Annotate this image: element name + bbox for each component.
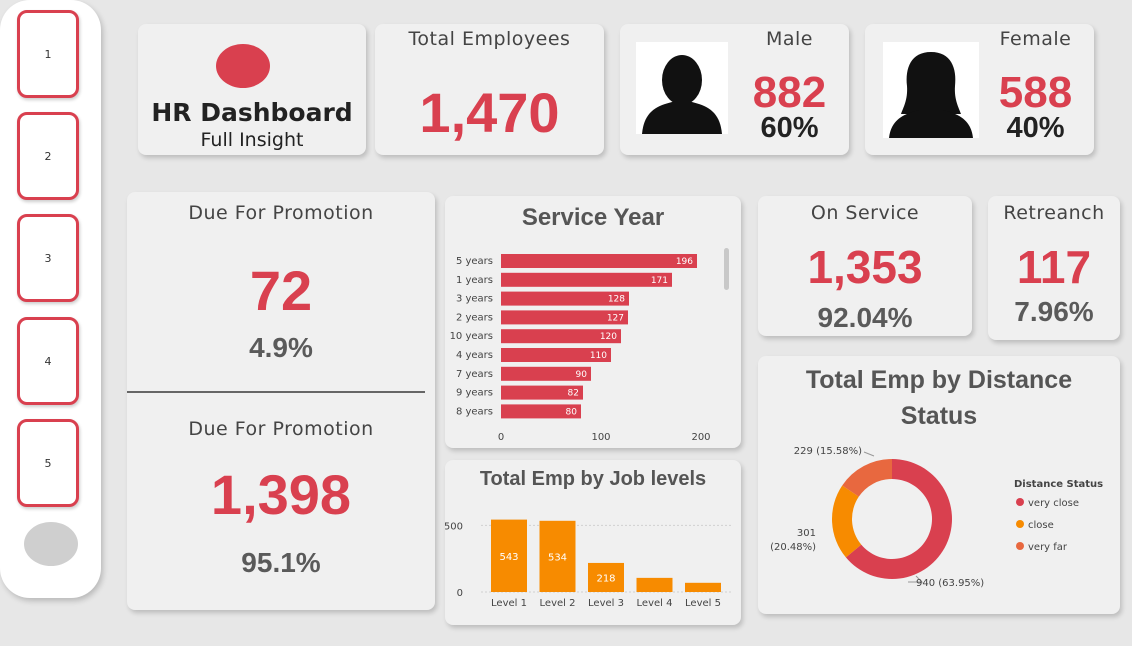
service-year-category-label: 1 years [456, 275, 493, 286]
service-year-category-label: 10 years [450, 331, 493, 342]
total-employees-value: 1,470 [419, 81, 560, 144]
total-employees-label: Total Employees [408, 28, 571, 50]
page-subtitle: Full Insight [200, 129, 304, 151]
service-year-category-label: 7 years [456, 369, 493, 380]
service-year-scrollbar[interactable] [724, 248, 729, 290]
job-levels-category-label: Level 5 [685, 598, 721, 609]
distance-data-label: 940 (63.95%) [916, 578, 984, 589]
on-service-percent: 92.04% [817, 302, 913, 333]
nav-page-5-button[interactable]: 5 [17, 419, 79, 507]
male-card: Male 882 60% [620, 24, 849, 155]
nav-page-1-button[interactable]: 1 [17, 10, 79, 98]
retreanch-card: Retreanch 117 7.96% [988, 196, 1120, 340]
distance-card: Total Emp by Distance Status 940 (63.95%… [758, 356, 1120, 614]
job-levels-bar [636, 577, 673, 592]
service-year-value-label: 127 [607, 313, 624, 323]
service-year-category-label: 2 years [456, 312, 493, 323]
job-levels-y-tick: 500 [445, 521, 463, 532]
distance-legend-title: Distance Status [1014, 479, 1103, 490]
nav-page-4-button[interactable]: 4 [17, 317, 79, 405]
job-levels-category-label: Level 3 [588, 598, 624, 609]
job-levels-value-label: 543 [499, 552, 518, 563]
job-levels-y-tick: 0 [457, 588, 463, 599]
total-employees-card: Total Employees 1,470 [375, 24, 604, 155]
promotion-not-value: 1,398 [210, 463, 352, 526]
distance-legend-marker [1016, 542, 1024, 550]
service-year-value-label: 80 [566, 407, 578, 417]
female-avatar-icon [883, 42, 979, 138]
service-year-x-tick: 200 [691, 432, 710, 443]
distance-legend-marker [1016, 520, 1024, 528]
service-year-bar [501, 272, 672, 287]
service-year-category-label: 9 years [456, 388, 493, 399]
female-label: Female [999, 28, 1072, 50]
promotion-card: Due For Promotion 72 4.9% Due For Promot… [127, 192, 435, 610]
service-year-value-label: 110 [590, 351, 607, 361]
page-title: HR Dashboard [151, 98, 353, 127]
female-value: 588 [998, 68, 1073, 117]
job-levels-card: Total Emp by Job levels 0 500 543 Level 1 53… [445, 460, 741, 625]
service-year-category-label: 5 years [456, 256, 493, 267]
title-card: HR Dashboard Full Insight [138, 24, 366, 155]
distance-slice-close [832, 485, 862, 558]
distance-legend-label: close [1028, 520, 1054, 531]
distance-legend-label: very close [1028, 498, 1079, 509]
service-year-category-label: 8 years [456, 406, 493, 417]
retreanch-percent: 7.96% [1014, 296, 1094, 327]
distance-data-label: 229 (15.58%) [794, 446, 862, 457]
distance-data-label: 301 [797, 528, 816, 539]
promotion-due-percent: 4.9% [249, 332, 313, 363]
job-levels-category-label: Level 1 [491, 598, 527, 609]
logo-dot [216, 44, 270, 88]
service-year-value-label: 196 [676, 257, 693, 267]
on-service-value: 1,353 [807, 241, 923, 293]
job-levels-value-label: 534 [548, 552, 567, 563]
service-year-value-label: 82 [568, 389, 579, 399]
job-levels-value-label: 218 [596, 573, 615, 584]
service-year-value-label: 90 [576, 370, 588, 380]
service-year-chart: 5 years 196 1 years 171 3 years 128 2 years 127… [450, 254, 711, 443]
service-year-category-label: 4 years [456, 350, 493, 361]
service-year-card: Service Year 5 years 196 1 years 171 3 years… [445, 196, 741, 448]
service-year-x-tick: 0 [498, 432, 504, 443]
promotion-not-percent: 95.1% [241, 547, 321, 578]
job-levels-bar [685, 582, 721, 592]
job-levels-category-label: Level 4 [637, 598, 673, 609]
nav-home-dot[interactable] [24, 522, 78, 566]
male-label: Male [765, 28, 813, 50]
divider [127, 391, 425, 393]
distance-data-label: (20.48%) [770, 542, 816, 553]
nav-page-2-button[interactable]: 2 [17, 112, 79, 200]
promotion-due-label: Due For Promotion [188, 202, 374, 224]
female-percent: 40% [1006, 112, 1065, 144]
job-levels-chart: 0 500 543 Level 1 534 Level 2 218 Level 3 Level … [445, 519, 733, 609]
retreanch-label: Retreanch [1003, 202, 1105, 224]
distance-donut-chart: 940 (63.95%) 301 (20.48%) 229 (15.58%) Dista… [770, 446, 1103, 589]
female-card: Female 588 40% [865, 24, 1094, 155]
distance-legend-label: very far [1028, 542, 1068, 553]
service-year-value-label: 120 [600, 332, 617, 342]
service-year-category-label: 3 years [456, 294, 493, 305]
service-year-x-tick: 100 [591, 432, 610, 443]
sidebar-nav: 1 2 3 4 5 [0, 0, 101, 598]
on-service-label: On Service [810, 202, 920, 224]
distance-legend-marker [1016, 498, 1024, 506]
male-percent: 60% [760, 112, 819, 144]
male-value: 882 [752, 68, 827, 117]
promotion-due-value: 72 [249, 259, 313, 322]
service-year-value-label: 128 [608, 295, 625, 305]
male-avatar-icon [636, 42, 728, 134]
job-levels-category-label: Level 2 [540, 598, 576, 609]
distance-leader-line [863, 451, 875, 457]
promotion-not-label: Due For Promotion [188, 418, 374, 440]
service-year-bar [501, 254, 697, 268]
service-year-value-label: 171 [651, 276, 668, 286]
on-service-card: On Service 1,353 92.04% [758, 196, 972, 336]
nav-page-3-button[interactable]: 3 [17, 214, 79, 302]
retreanch-value: 117 [1016, 241, 1092, 293]
